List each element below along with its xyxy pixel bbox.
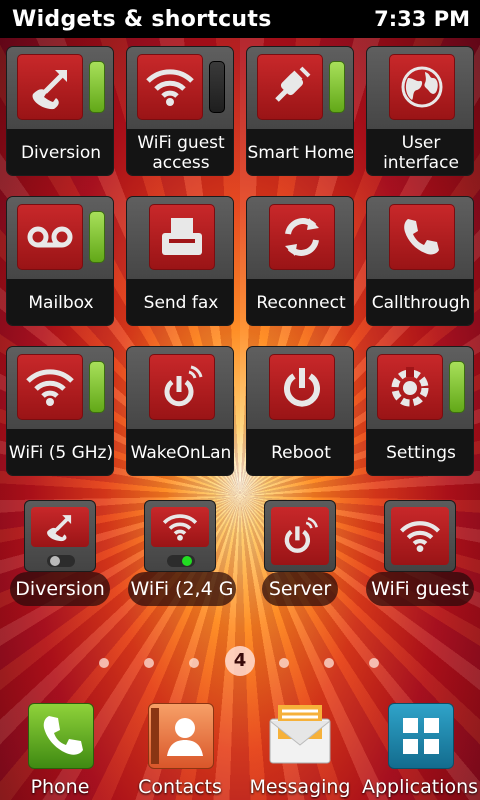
mini-widget-label: WiFi guest — [366, 572, 474, 606]
widget-user-interface[interactable]: User interface — [366, 46, 474, 176]
dock-label-phone: Phone — [30, 776, 90, 798]
widget-reconnect[interactable]: Reconnect — [246, 196, 354, 326]
power-wireless-icon — [149, 354, 215, 420]
app-grid-icon[interactable] — [388, 703, 454, 769]
toggle-indicator — [89, 61, 105, 113]
tile-label: Reconnect — [247, 279, 353, 325]
dock-label-applications: Applications — [361, 776, 479, 798]
widget-wifi-5ghz[interactable]: WiFi (5 GHz) — [6, 346, 114, 476]
tile-label: Send fax — [127, 279, 233, 325]
widget-reboot[interactable]: Reboot — [246, 346, 354, 476]
voicemail-icon — [17, 204, 83, 270]
wifi-icon — [137, 54, 203, 120]
toggle-indicator — [449, 361, 465, 413]
mini-widget-label: Diversion — [10, 572, 110, 606]
page-dot[interactable] — [324, 658, 334, 668]
tile-label: WakeOnLan — [127, 429, 233, 475]
widget-wakeonlan[interactable]: WakeOnLan — [126, 346, 234, 476]
mini-widget-wifi-24[interactable] — [144, 500, 216, 572]
page-dot[interactable] — [369, 658, 379, 668]
tile-label: Reboot — [247, 429, 353, 475]
wifi-icon — [17, 354, 83, 420]
page-dot[interactable] — [99, 658, 109, 668]
messaging-app-icon[interactable] — [268, 703, 332, 767]
page-dot[interactable] — [144, 658, 154, 668]
call-divert-icon — [31, 507, 89, 547]
fax-icon — [149, 204, 215, 270]
tile-label: WiFi (5 GHz) — [7, 429, 113, 475]
widget-send-fax[interactable]: Send fax — [126, 196, 234, 326]
page-dot[interactable] — [279, 658, 289, 668]
toggle-indicator — [209, 61, 225, 113]
widget-settings[interactable]: Settings — [366, 346, 474, 476]
widget-smart-home[interactable]: Smart Home — [246, 46, 354, 176]
widget-wifi-guest-access[interactable]: WiFi guest access — [126, 46, 234, 176]
page-dot[interactable] — [189, 658, 199, 668]
widget-mailbox[interactable]: Mailbox — [6, 196, 114, 326]
current-page-dot: 4 — [225, 646, 255, 676]
wifi-icon — [151, 507, 209, 547]
toggle-indicator — [329, 61, 345, 113]
phone-app-icon[interactable] — [28, 703, 94, 769]
tile-label: Diversion — [7, 129, 113, 175]
screen-title: Widgets & shortcuts — [12, 6, 272, 32]
contacts-app-icon[interactable] — [148, 703, 214, 769]
tile-label: Smart Home — [247, 129, 353, 175]
mini-widget-label: Server — [262, 572, 338, 606]
wifi-icon — [391, 507, 449, 565]
phone-icon — [389, 204, 455, 270]
status-bar: Widgets & shortcuts 7:33 PM — [0, 0, 480, 38]
page-indicator[interactable]: 4 — [0, 646, 480, 680]
widget-callthrough[interactable]: Callthrough — [366, 196, 474, 326]
settings-gear-icon — [377, 354, 443, 420]
power-wireless-icon — [271, 507, 329, 565]
tile-label: Callthrough — [367, 279, 473, 325]
switch-off — [47, 555, 75, 567]
mini-widget-server[interactable] — [264, 500, 336, 572]
clock: 7:33 PM — [374, 7, 470, 31]
toggle-indicator — [89, 211, 105, 263]
tile-label: WiFi guest access — [127, 129, 233, 175]
tile-label: User interface — [367, 129, 473, 175]
mini-widget-diversion[interactable] — [24, 500, 96, 572]
globe-icon — [389, 54, 455, 120]
dock-label-contacts: Contacts — [138, 776, 222, 798]
widget-diversion[interactable]: Diversion — [6, 46, 114, 176]
call-divert-icon — [17, 54, 83, 120]
dock-label-messaging: Messaging — [249, 776, 351, 798]
tile-label: Mailbox — [7, 279, 113, 325]
tile-label: Settings — [367, 429, 473, 475]
toggle-indicator — [89, 361, 105, 413]
mini-widget-label: WiFi (2,4 G — [128, 572, 236, 606]
plug-icon — [257, 54, 323, 120]
switch-on — [167, 555, 195, 567]
power-icon — [269, 354, 335, 420]
refresh-icon — [269, 204, 335, 270]
mini-widget-wifi-guest[interactable] — [384, 500, 456, 572]
